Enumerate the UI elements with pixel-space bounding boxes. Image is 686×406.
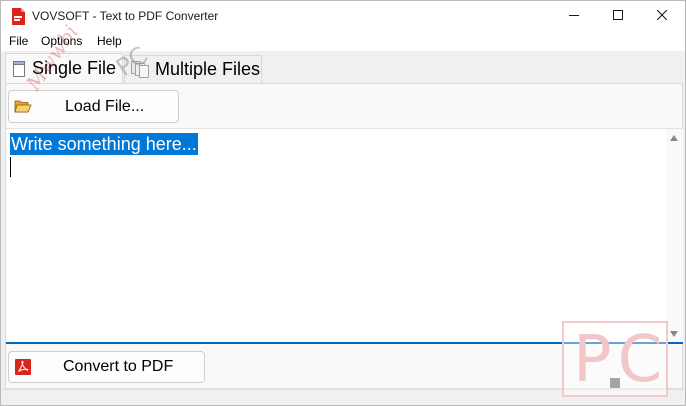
menu-file[interactable]: File [9,34,28,48]
text-editor[interactable]: Write something here... [6,128,683,343]
minimize-icon [569,7,579,25]
minimize-button[interactable] [551,1,597,31]
scroll-up-icon[interactable] [670,135,678,141]
app-window: VOVSOFT - Text to PDF Converter File Opt… [0,0,686,406]
close-button[interactable] [639,1,685,31]
maximize-icon [613,7,623,25]
folder-open-icon [14,98,32,119]
load-file-label: Load File... [65,98,145,115]
pdf-app-icon [11,8,25,25]
tab-multiple-files-label: Multiple Files [155,59,261,79]
editor-text[interactable]: Write something here... [10,133,198,155]
convert-to-pdf-button[interactable]: Convert to PDF [8,351,205,383]
menu-bar: File Options Help [1,31,685,51]
title-bar[interactable]: VOVSOFT - Text to PDF Converter [1,1,685,31]
scroll-down-icon[interactable] [670,331,678,337]
window-title: VOVSOFT - Text to PDF Converter [32,9,219,23]
menu-help[interactable]: Help [97,34,122,48]
tab-strip: Single File Multiple Files [1,51,685,83]
load-file-button[interactable]: Load File... [8,90,179,123]
single-file-icon [12,60,26,77]
close-icon [656,7,668,25]
convert-to-pdf-label: Convert to PDF [63,358,174,375]
text-caret [10,157,11,177]
vertical-scrollbar[interactable] [666,129,683,343]
watermark-pc-text: PC [573,323,669,397]
maximize-button[interactable] [595,1,641,31]
pdf-icon [15,359,31,380]
watermark-dot [610,378,620,388]
